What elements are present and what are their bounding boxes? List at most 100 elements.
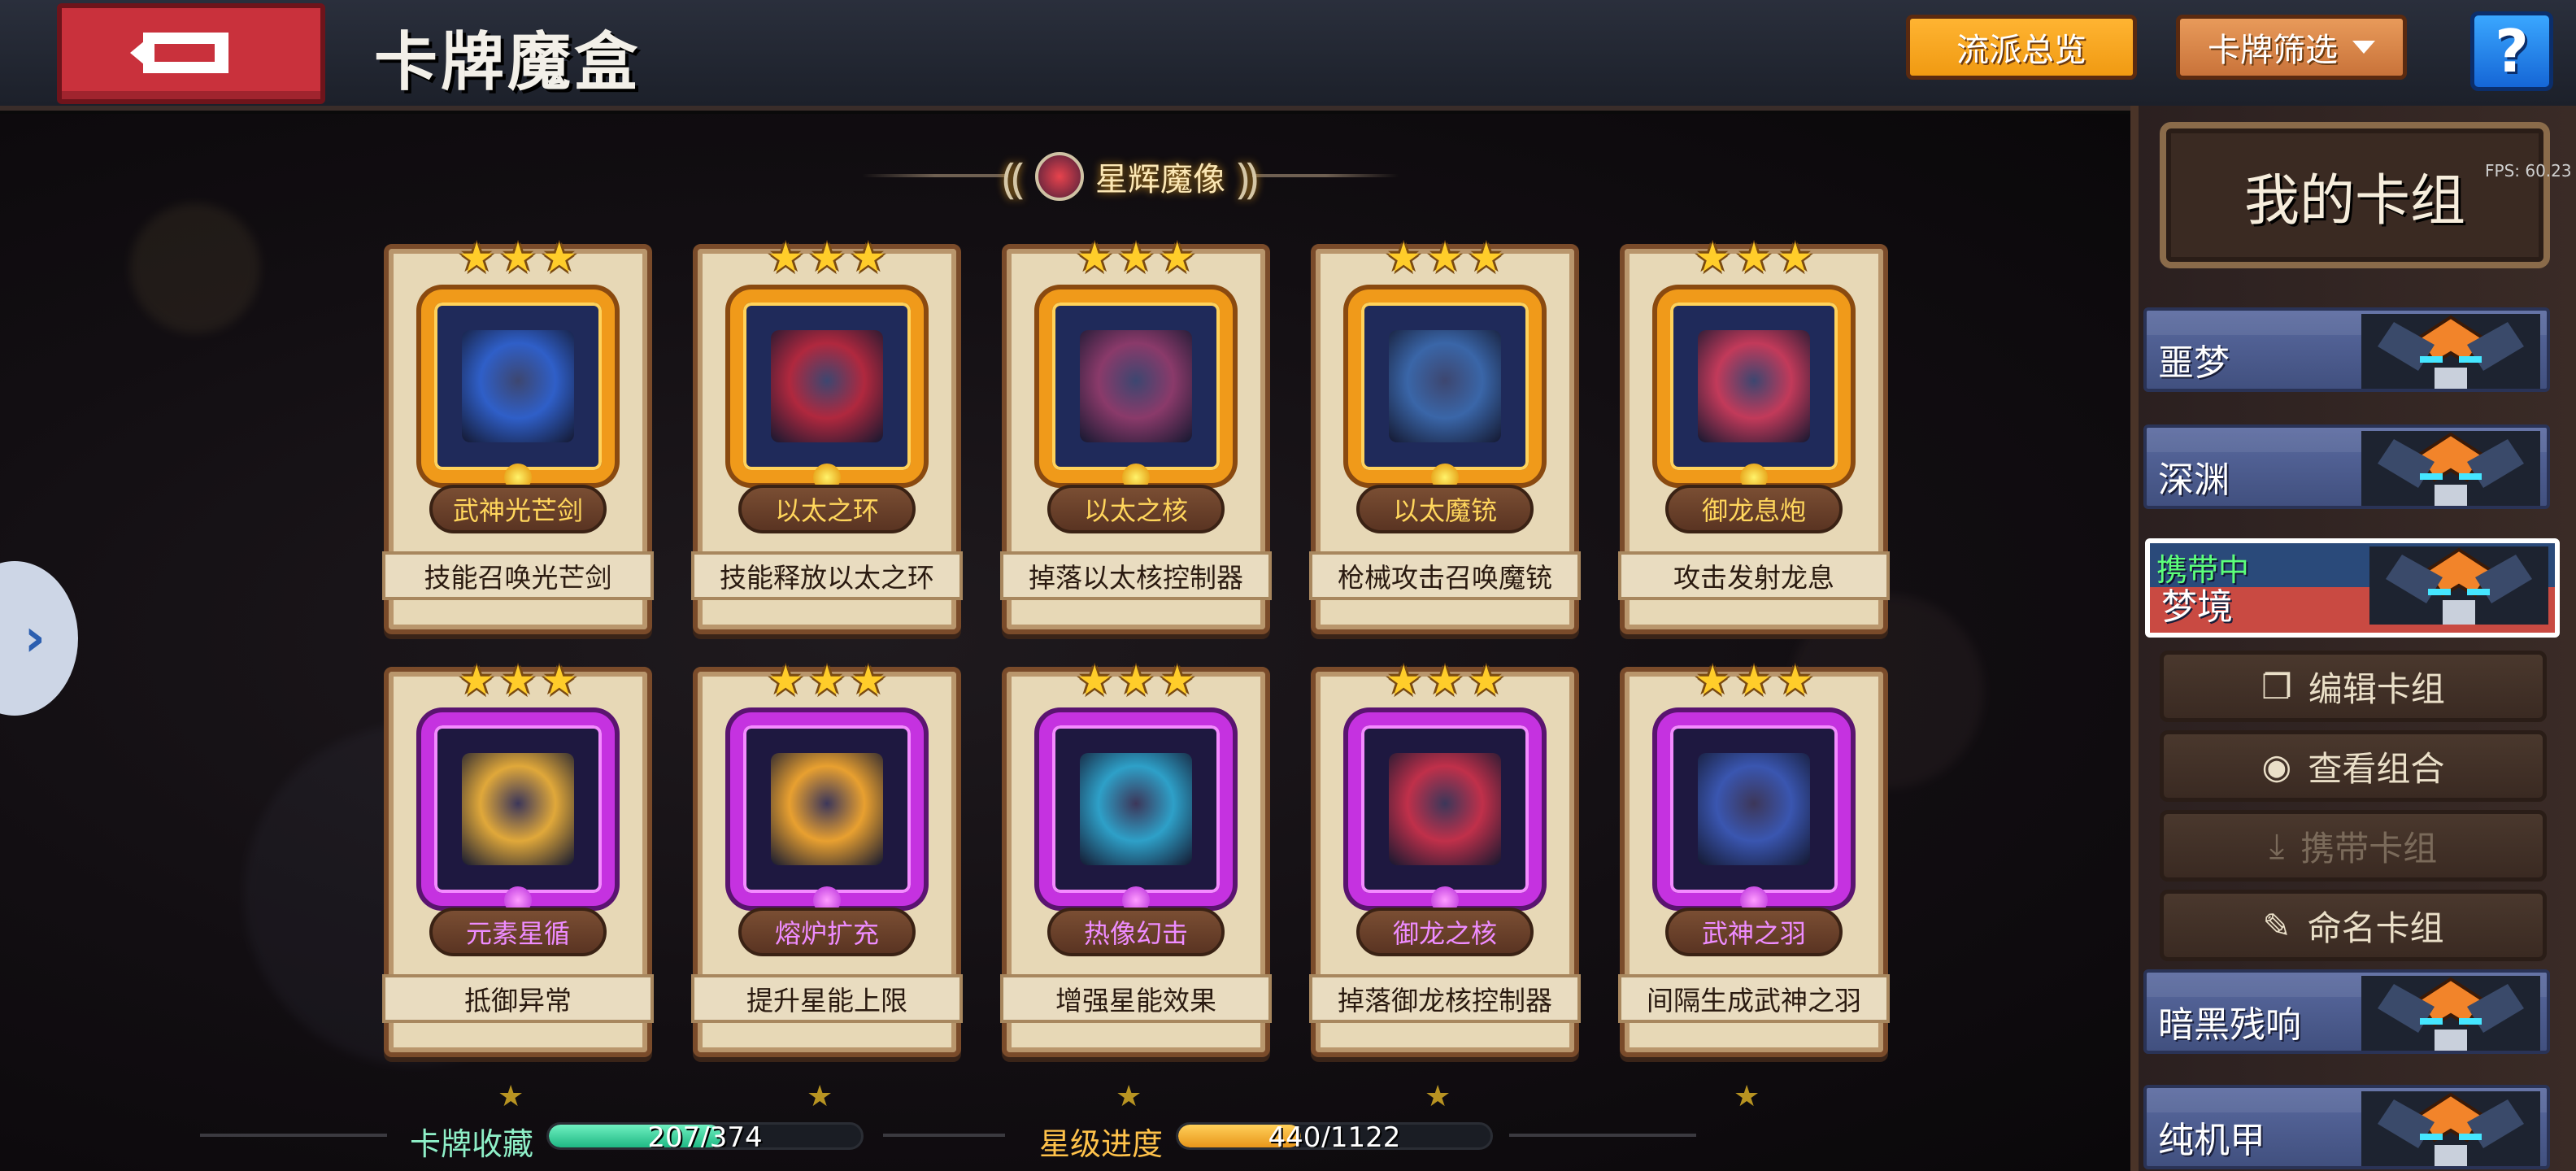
- back-button[interactable]: [57, 3, 325, 104]
- question-mark-icon: ?: [2495, 17, 2529, 85]
- card-art-icon: [462, 753, 574, 865]
- card-art-frame: [1039, 289, 1233, 491]
- skill-card[interactable]: ★ ★ ★ 以太之核 掉落以太核控制器: [1000, 237, 1272, 634]
- card-name: 御龙之核: [1356, 908, 1534, 956]
- bracket-ornament-icon: ⸩: [1237, 154, 1259, 203]
- collection-progress-text: 207/374: [647, 1122, 763, 1150]
- section-title: 星辉魔像: [1095, 161, 1225, 198]
- star-icon: ★: [1385, 657, 1422, 704]
- star-progress-bar: 440/1122: [1176, 1122, 1493, 1150]
- card-art-icon: [771, 753, 883, 865]
- star-icon: ★: [850, 234, 887, 281]
- card-art-icon: [1389, 753, 1501, 865]
- section-divider-left: [862, 174, 1008, 177]
- card-star-rating: ★ ★ ★: [698, 237, 956, 278]
- robot-portrait-icon: [2361, 314, 2540, 389]
- card-art-frame: [421, 712, 615, 914]
- skill-card[interactable]: ★ ★ ★ 元素星循 抵御异常: [382, 660, 654, 1057]
- deck-item[interactable]: 暗黑残响: [2143, 969, 2550, 1054]
- star-icon: ★: [1777, 657, 1814, 704]
- star-icon: ★: [767, 234, 804, 281]
- deck-name: 噩梦: [2158, 342, 2230, 384]
- deck-item[interactable]: 深渊: [2143, 424, 2550, 509]
- card-art-frame: [1348, 712, 1542, 914]
- card-art-icon: [462, 330, 574, 442]
- card-star-rating: ★ ★ ★: [389, 660, 647, 701]
- skill-card[interactable]: ★ ★ ★ 御龙息炮 攻击发射龙息: [1618, 237, 1890, 634]
- copy-icon: ❐: [2261, 666, 2292, 707]
- deck-item[interactable]: 纯机甲: [2143, 1085, 2550, 1169]
- view-combo-label: 查看组合: [2308, 748, 2445, 789]
- section-divider-right: [1252, 174, 1399, 177]
- card-name: 以太魔铳: [1356, 485, 1534, 533]
- card-art-frame: [1039, 712, 1233, 914]
- card-art-icon: [1389, 330, 1501, 442]
- star-icon: ★: [1159, 234, 1196, 281]
- skill-card[interactable]: ★ ★ ★ 热像幻击 增强星能效果: [1000, 660, 1272, 1057]
- skill-card[interactable]: ★ ★ ★ 御龙之核 掉落御龙核控制器: [1309, 660, 1581, 1057]
- star-icon: ★: [850, 657, 887, 704]
- card-description: 技能召唤光芒剑: [382, 551, 654, 600]
- bottom-divider: [200, 1134, 387, 1137]
- card-art-frame: [1348, 289, 1542, 491]
- back-arrow-icon: [130, 33, 228, 73]
- view-combo-button[interactable]: ◉ 查看组合: [2160, 730, 2547, 802]
- robot-portrait-icon: [2361, 431, 2540, 506]
- star-icon: ★: [1076, 234, 1113, 281]
- card-star-rating: ★ ★ ★: [1007, 237, 1265, 278]
- card-filter-dropdown[interactable]: 卡牌筛选: [2176, 15, 2407, 80]
- skill-card[interactable]: ★ ★ ★ 武神光芒剑 技能召唤光芒剑: [382, 237, 654, 634]
- robot-portrait-icon: [2361, 1091, 2540, 1166]
- collection-label: 卡牌收藏: [410, 1126, 534, 1162]
- card-star-rating: ★ ★ ★: [1007, 660, 1265, 701]
- star-icon: ★: [1159, 657, 1196, 704]
- deck-item[interactable]: 噩梦: [2143, 307, 2550, 392]
- star-icon: ★: [808, 657, 846, 704]
- card-name: 以太之核: [1047, 485, 1225, 533]
- star-icon: ★: [458, 657, 495, 704]
- skill-card[interactable]: ★ ★ ★ 以太之环 技能释放以太之环: [691, 237, 963, 634]
- skill-card[interactable]: ★ ★ ★ 以太魔铳 枪械攻击召唤魔铳: [1309, 237, 1581, 634]
- bottom-divider: [1509, 1134, 1696, 1137]
- card-filter-label: 卡牌筛选: [2208, 32, 2338, 69]
- deck-name: 暗黑残响: [2158, 1004, 2301, 1046]
- style-overview-label: 流派总览: [1956, 32, 2086, 69]
- star-icon: ★: [499, 234, 537, 281]
- edit-deck-button[interactable]: ❐ 编辑卡组: [2160, 651, 2547, 722]
- download-icon: ⤓: [2269, 825, 2285, 865]
- card-description: 提升星能上限: [691, 974, 963, 1023]
- chevron-down-icon: [2352, 41, 2375, 54]
- carry-deck-label: 携带卡组: [2300, 828, 2438, 868]
- collection-progress-bar: 207/374: [546, 1122, 864, 1150]
- help-button[interactable]: ?: [2470, 11, 2553, 91]
- card-description: 抵御异常: [382, 974, 654, 1023]
- robot-portrait-icon: [2361, 976, 2540, 1051]
- card-art-icon: [1080, 753, 1192, 865]
- card-art-icon: [1698, 330, 1810, 442]
- star-icon: ★: [1777, 234, 1814, 281]
- star-progress-label: 星级进度: [1039, 1126, 1164, 1162]
- star-icon: ★: [1076, 657, 1113, 704]
- style-overview-button[interactable]: 流派总览: [1906, 15, 2137, 80]
- rename-deck-button[interactable]: ✎ 命名卡组: [2160, 890, 2547, 961]
- skill-card[interactable]: ★ ★ ★ 熔炉扩充 提升星能上限: [691, 660, 963, 1057]
- next-row-star-icon: ★: [1734, 1080, 1760, 1113]
- card-art-frame: [730, 289, 924, 491]
- star-icon: ★: [1117, 234, 1155, 281]
- my-decks-title: 我的卡组: [2243, 168, 2465, 233]
- carry-deck-button[interactable]: ⤓ 携带卡组: [2160, 810, 2547, 882]
- card-description: 攻击发射龙息: [1618, 551, 1890, 600]
- card-star-rating: ★ ★ ★: [698, 660, 956, 701]
- card-description: 增强星能效果: [1000, 974, 1272, 1023]
- deck-name: 纯机甲: [2158, 1120, 2265, 1161]
- deck-name: 深渊: [2158, 459, 2230, 501]
- deck-name: 梦境: [2161, 586, 2233, 628]
- background-icon-blur: [130, 203, 260, 333]
- deck-item[interactable]: 携带中 梦境: [2145, 538, 2560, 638]
- skill-card[interactable]: ★ ★ ★ 武神之羽 间隔生成武神之羽: [1618, 660, 1890, 1057]
- pencil-icon: ✎: [2262, 905, 2291, 946]
- card-art-icon: [1080, 330, 1192, 442]
- rename-deck-label: 命名卡组: [2307, 908, 2444, 948]
- card-name: 御龙息炮: [1665, 485, 1843, 533]
- card-description: 掉落以太核控制器: [1000, 551, 1272, 600]
